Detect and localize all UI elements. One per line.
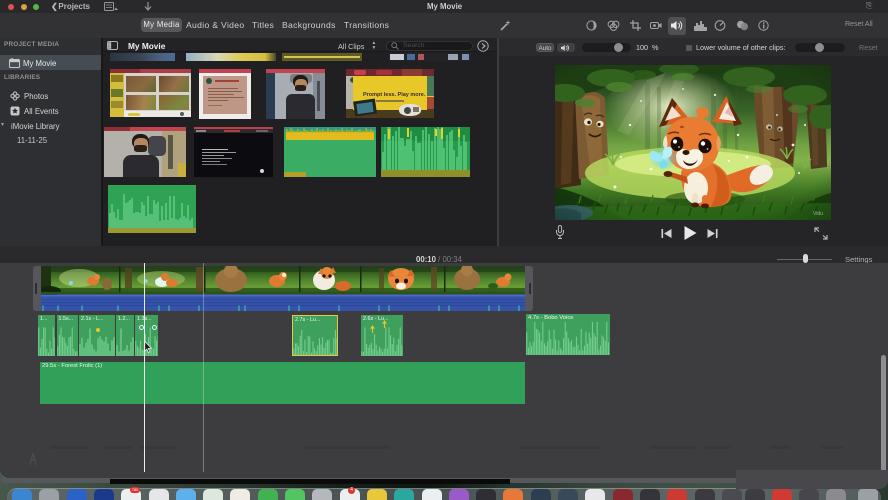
svg-text:Vidu: Vidu	[813, 211, 823, 217]
